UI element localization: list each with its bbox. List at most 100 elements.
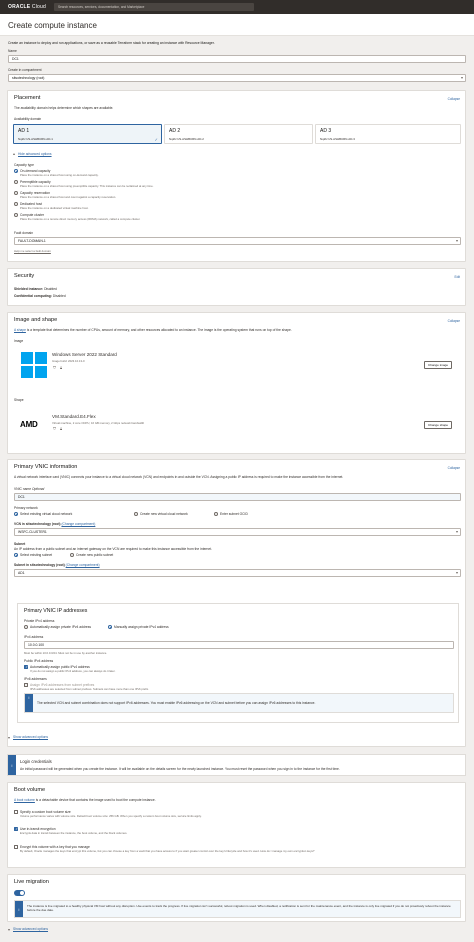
private-ipv4-label: Private IPv4 address [24, 619, 55, 623]
info-icon: i [8, 755, 16, 775]
info-banner-text: The selected VCN and subnet combination … [37, 701, 316, 705]
ad-card-1[interactable]: AD 1 Nq2U:US-ASHBURN-AD-1 ✓ [13, 124, 162, 144]
capacity-type-label: Capacity type [14, 163, 34, 167]
vnic-name-label: VNIC name Optional [14, 487, 45, 491]
vnic-desc: A virtual network interface card (VNIC) … [14, 475, 344, 479]
boot-desc: A boot volume is a detachable device tha… [14, 798, 156, 802]
boot-option-desc: Volume performance varies with volume si… [20, 814, 202, 818]
placement-title: Placement [14, 95, 41, 101]
ipv6-label: IPv6 addresses [24, 677, 47, 681]
shield-icon: ⛉ [53, 365, 56, 370]
custom-boot-size-checkbox[interactable] [14, 810, 18, 814]
shielded-instance-row: Shielded instance: Disabled [14, 287, 57, 291]
show-advanced-options-link[interactable]: Show advanced options [13, 735, 48, 739]
page-title: Create compute instance [8, 21, 97, 30]
page-header: Create compute instance [0, 14, 474, 36]
radio-auto-private-ip[interactable] [24, 625, 28, 629]
radio-capacity-reservation[interactable] [14, 191, 18, 195]
subnet-label: Subnet [14, 542, 26, 546]
fault-domain-label: Fault domain [14, 231, 34, 235]
login-desc: An initial password will be generated wh… [20, 767, 340, 771]
radio-compute-cluster[interactable] [14, 213, 18, 217]
change-compartment-link[interactable]: (Change compartment) [61, 522, 95, 526]
radio-subnet-ocid[interactable] [214, 512, 218, 516]
radio-new-subnet[interactable] [70, 553, 74, 557]
vnic-collapse-link[interactable]: Collapse [448, 466, 460, 470]
name-label: Name [8, 49, 17, 53]
security-title: Security [14, 273, 35, 279]
page-intro: Create an instance to deploy and run app… [8, 41, 215, 45]
image-shape-desc: A shape is a template that determines th… [14, 328, 292, 332]
in-transit-encryption-checkbox[interactable] [14, 827, 18, 831]
fault-domain-help-link[interactable]: Help me select a fault domain [14, 249, 51, 253]
fault-domain-select[interactable]: FAULT-DOMAIN-1 [14, 237, 461, 245]
ad-sub: Nq2U:US-ASHBURN-AD-1 [18, 137, 53, 141]
confidential-computing-row: Confidential computing: Disabled [14, 294, 66, 298]
change-shape-button[interactable]: Change shape [424, 421, 453, 429]
shape-name: VM.Standard.E4.Flex [52, 414, 96, 419]
ad-card-2[interactable]: AD 2 Nq2U:US-ASHBURN-AD-2 [164, 124, 313, 144]
encrypt-own-key-checkbox[interactable] [14, 845, 18, 849]
global-search-input[interactable]: Search resources, services, documentatio… [53, 3, 254, 11]
show-advanced-options-bottom-link[interactable]: Show advanced options [13, 927, 48, 931]
placement-collapse-link[interactable]: Collapse [448, 97, 460, 101]
subnet-option-label: Select existing subnet [20, 553, 53, 557]
live-migration-toggle[interactable] [14, 890, 25, 896]
network-option-label: Create new virtual cloud network [140, 512, 188, 516]
ipv4-address-input[interactable]: 10.0.0.100 [24, 641, 454, 649]
radio-preemptible[interactable] [14, 180, 18, 184]
image-shape-title: Image and shape [14, 317, 58, 323]
live-migration-desc: The instance is live migrated to a healt… [27, 904, 451, 912]
capacity-option-desc: Place the instance on a shared host usin… [20, 173, 99, 177]
ad-title: AD 3 [320, 128, 332, 134]
login-title: Login credentials [20, 759, 52, 764]
chevron-down-icon: ▾ [8, 735, 11, 740]
ipv6-checkbox[interactable] [24, 683, 28, 687]
image-label: Image [14, 339, 24, 343]
live-migration-title: Live migration [14, 879, 49, 885]
boot-volume-doc-link[interactable]: A boot volume [14, 798, 35, 802]
ad-sub: Nq2U:US-ASHBURN-AD-3 [320, 137, 355, 141]
vcn-label: VCN in sitsotechnology (root) (Change co… [14, 522, 96, 526]
capacity-option-desc: Place the instance on a dedicated virtua… [20, 206, 89, 210]
windows-logo-icon [21, 352, 47, 378]
oracle-cloud-logo[interactable]: ORACLE Cloud [8, 4, 46, 10]
change-image-button[interactable]: Change image [424, 361, 453, 369]
shape-doc-link[interactable]: A shape [14, 328, 26, 332]
boot-volume-section: Boot volume A boot volume is a detachabl… [7, 782, 466, 868]
vnic-ip-subsection: Primary VNIC IP addresses Private IPv4 a… [17, 603, 459, 723]
ad-card-3[interactable]: AD 3 Nq2U:US-ASHBURN-AD-3 [315, 124, 461, 144]
compartment-select[interactable]: sitsotechnology (root) [8, 74, 466, 82]
public-ipv4-label: Public IPv4 address [24, 659, 54, 663]
radio-dedicated-host[interactable] [14, 202, 18, 206]
radio-new-vcn[interactable] [134, 512, 138, 516]
vnic-title: Primary VNIC information [14, 464, 78, 470]
radio-manual-private-ip[interactable] [108, 625, 112, 629]
shape-desc: Virtual machine, 2 core OCPU, 16 GB memo… [52, 421, 145, 425]
subnet-select[interactable]: AD1 [14, 569, 461, 577]
security-edit-link[interactable]: Edit [455, 275, 461, 279]
image-shape-collapse-link[interactable]: Collapse [448, 319, 460, 323]
placement-desc: The availability domain helps determine … [14, 106, 114, 110]
radio-existing-vcn[interactable] [14, 512, 18, 516]
availability-domain-label: Availability domain [14, 117, 42, 121]
boot-title: Boot volume [14, 787, 46, 793]
public-ip-checkbox[interactable] [24, 665, 28, 669]
amd-logo-icon: AMD [20, 420, 38, 429]
image-build: Image build: 2023.10.13-0 [52, 359, 85, 363]
radio-on-demand[interactable] [14, 169, 18, 173]
name-input[interactable]: DC1 [8, 55, 466, 63]
change-compartment-link[interactable]: (Change compartment) [66, 563, 100, 567]
vnic-name-input[interactable]: DC1 [14, 493, 461, 501]
ad-sub: Nq2U:US-ASHBURN-AD-2 [169, 137, 204, 141]
check-icon: ✓ [154, 137, 158, 142]
radio-existing-subnet[interactable] [14, 553, 18, 557]
public-ip-desc: If you do not assign a public IPv4 addre… [30, 669, 116, 673]
chevron-down-icon: ▾ [8, 927, 11, 932]
network-option-label: Select existing virtual cloud network [20, 512, 73, 516]
vcn-select[interactable]: WSFC-CLUSTER1 [14, 528, 461, 536]
image-name: Windows Server 2022 Standard [52, 352, 117, 357]
login-credentials-banner: i Login credentials An initial password … [7, 754, 466, 776]
hide-advanced-options-link[interactable]: Hide advanced options [18, 152, 52, 156]
subnet-in-label: Subnet in sitsotechnology (root) (Change… [14, 563, 100, 567]
